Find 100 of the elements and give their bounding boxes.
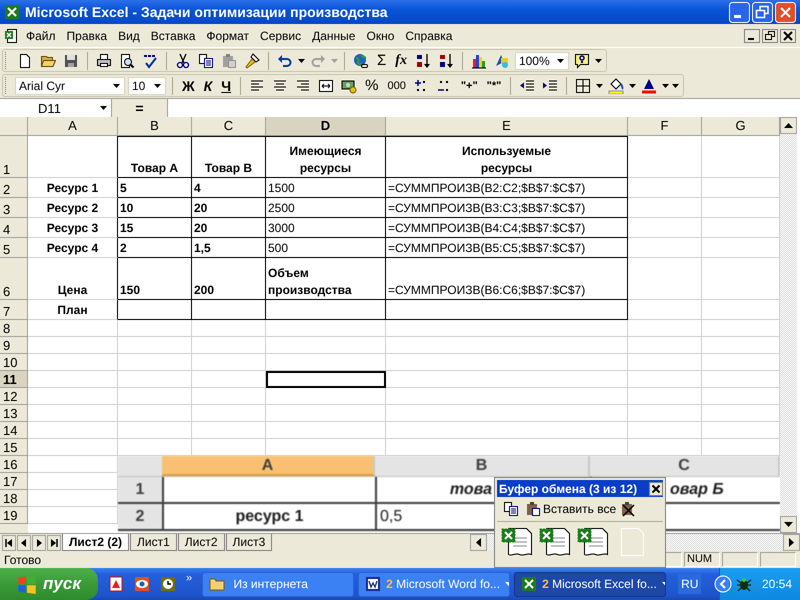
- underline-button[interactable]: Ч: [218, 78, 234, 94]
- next-sheet-button[interactable]: [32, 534, 46, 550]
- menu-item[interactable]: Данные: [307, 26, 360, 44]
- paste-all-button[interactable]: Вставить все: [523, 499, 616, 519]
- row-header[interactable]: 11: [0, 371, 28, 388]
- table-cell: 5: [118, 178, 192, 198]
- row-header[interactable]: 12: [0, 388, 28, 405]
- font-size-field[interactable]: 10: [128, 76, 166, 94]
- table-cell: =СУММПРОИЗВ(B2:C2;$B$7:$C$7): [386, 178, 628, 198]
- restore-button[interactable]: [762, 28, 778, 42]
- row-header[interactable]: 13: [0, 405, 28, 422]
- column-header[interactable]: D: [266, 117, 386, 136]
- table-cell: 10: [118, 198, 192, 218]
- autosum-button[interactable]: Σ: [374, 52, 390, 69]
- document-icon[interactable]: [4, 28, 20, 44]
- sheet-tab[interactable]: Лист3: [226, 534, 272, 551]
- document-icon[interactable]: [108, 576, 124, 592]
- row-header: 1: [118, 477, 162, 502]
- caret-icon[interactable]: [629, 84, 636, 88]
- row-header[interactable]: 19: [0, 507, 28, 524]
- language-indicator[interactable]: RU: [678, 574, 702, 594]
- clock-icon[interactable]: [160, 576, 176, 592]
- caret-icon[interactable]: [556, 58, 564, 62]
- previous-sheet-button[interactable]: [17, 534, 31, 550]
- font-field[interactable]: Arial Cyr: [15, 76, 125, 94]
- menu-item[interactable]: Формат: [201, 26, 254, 44]
- row-header[interactable]: 7: [0, 300, 28, 320]
- row-header[interactable]: 3: [0, 198, 28, 218]
- caret-icon[interactable]: [594, 58, 602, 62]
- row-header[interactable]: 5: [0, 238, 28, 258]
- menu-item[interactable]: Справка: [400, 26, 458, 44]
- chevron-icon[interactable]: [714, 575, 732, 593]
- row-header[interactable]: 2: [0, 178, 28, 198]
- format-button[interactable]: "*": [484, 80, 504, 92]
- first-sheet-button[interactable]: [2, 534, 16, 550]
- clipboard-item-icon[interactable]: [577, 526, 611, 558]
- close-button[interactable]: [780, 28, 796, 42]
- vertical-scrollbar[interactable]: [780, 117, 797, 533]
- caret-icon[interactable]: [596, 84, 604, 88]
- row-header[interactable]: 14: [0, 422, 28, 439]
- italic-button[interactable]: К: [200, 78, 216, 94]
- close-icon[interactable]: [649, 482, 663, 496]
- bold-button[interactable]: Ж: [179, 78, 198, 94]
- table-cell: =СУММПРОИЗВ(B5:C5;$B$7:$C$7): [386, 238, 628, 258]
- minimize-button[interactable]: [744, 28, 760, 42]
- row-header[interactable]: 16: [0, 456, 28, 473]
- table-cell: 20: [192, 218, 266, 238]
- fill-color-icon[interactable]: [606, 76, 626, 96]
- start-button[interactable]: пуск: [0, 568, 98, 600]
- format-button[interactable]: "+": [458, 80, 481, 92]
- taskbar-button[interactable]: 2 Microsoft Excel fo...: [514, 572, 666, 596]
- table-cell: 15: [118, 218, 192, 238]
- row-header[interactable]: 17: [0, 473, 28, 490]
- scroll-left-button[interactable]: [470, 534, 487, 551]
- menu-item[interactable]: Правка: [62, 26, 112, 44]
- clock-time: 20:54: [762, 577, 792, 591]
- taskbar-button[interactable]: Из интернета: [202, 572, 354, 596]
- percent-button[interactable]: %: [362, 77, 382, 94]
- row-header[interactable]: 10: [0, 354, 28, 371]
- menu-item[interactable]: Вид: [113, 26, 145, 44]
- table-cell: Объем производства: [266, 258, 386, 300]
- scroll-up-button[interactable]: [780, 117, 797, 134]
- row-header[interactable]: 15: [0, 439, 28, 456]
- table-cell: =СУММПРОИЗВ(B4:C4;$B$7:$C$7): [386, 218, 628, 238]
- column-header[interactable]: B: [118, 117, 192, 136]
- caret-icon[interactable]: [154, 84, 161, 88]
- caret-icon[interactable]: [298, 58, 305, 62]
- scroll-down-button[interactable]: [780, 516, 797, 533]
- row-header[interactable]: 9: [0, 337, 28, 354]
- table-cell: 200: [192, 258, 266, 300]
- row-header[interactable]: 18: [0, 490, 28, 507]
- menu-item[interactable]: Вставка: [146, 26, 200, 44]
- scroll-right-button[interactable]: [783, 534, 800, 551]
- num-lock-indicator: NUM: [684, 552, 720, 567]
- menu-item[interactable]: Сервис: [255, 26, 306, 44]
- row-header[interactable]: 8: [0, 320, 28, 337]
- column-header[interactable]: E: [386, 117, 628, 136]
- taskbar-button[interactable]: 2 Microsoft Word fo...: [358, 572, 510, 596]
- sheet-tab[interactable]: Лист1: [130, 534, 177, 551]
- table-cell: Ресурс 3: [28, 218, 118, 238]
- copy-icon[interactable]: [501, 499, 521, 519]
- row-header[interactable]: 1: [0, 136, 28, 178]
- clipboard-item-icon[interactable]: [539, 526, 573, 558]
- menu-item[interactable]: Окно: [361, 26, 400, 44]
- insert-function-button[interactable]: fx: [392, 52, 410, 68]
- caret-icon[interactable]: [113, 84, 120, 88]
- eye-icon[interactable]: [134, 576, 150, 592]
- bug-icon[interactable]: [736, 576, 752, 592]
- thousands-button[interactable]: 000: [384, 80, 409, 92]
- last-sheet-button[interactable]: [47, 534, 61, 550]
- table-cell: това: [450, 480, 492, 498]
- sheet-tab[interactable]: Лист2 (2): [62, 534, 130, 551]
- menu-item[interactable]: Файл: [21, 26, 61, 44]
- zoom-field[interactable]: 100%: [514, 52, 569, 70]
- sheet-tab[interactable]: Лист2: [178, 534, 225, 551]
- row-header[interactable]: 4: [0, 218, 28, 238]
- more-button[interactable]: »: [186, 572, 192, 584]
- row-header[interactable]: 6: [0, 258, 28, 300]
- clipboard-item-icon[interactable]: [501, 526, 535, 558]
- caret-icon[interactable]: [100, 106, 107, 110]
